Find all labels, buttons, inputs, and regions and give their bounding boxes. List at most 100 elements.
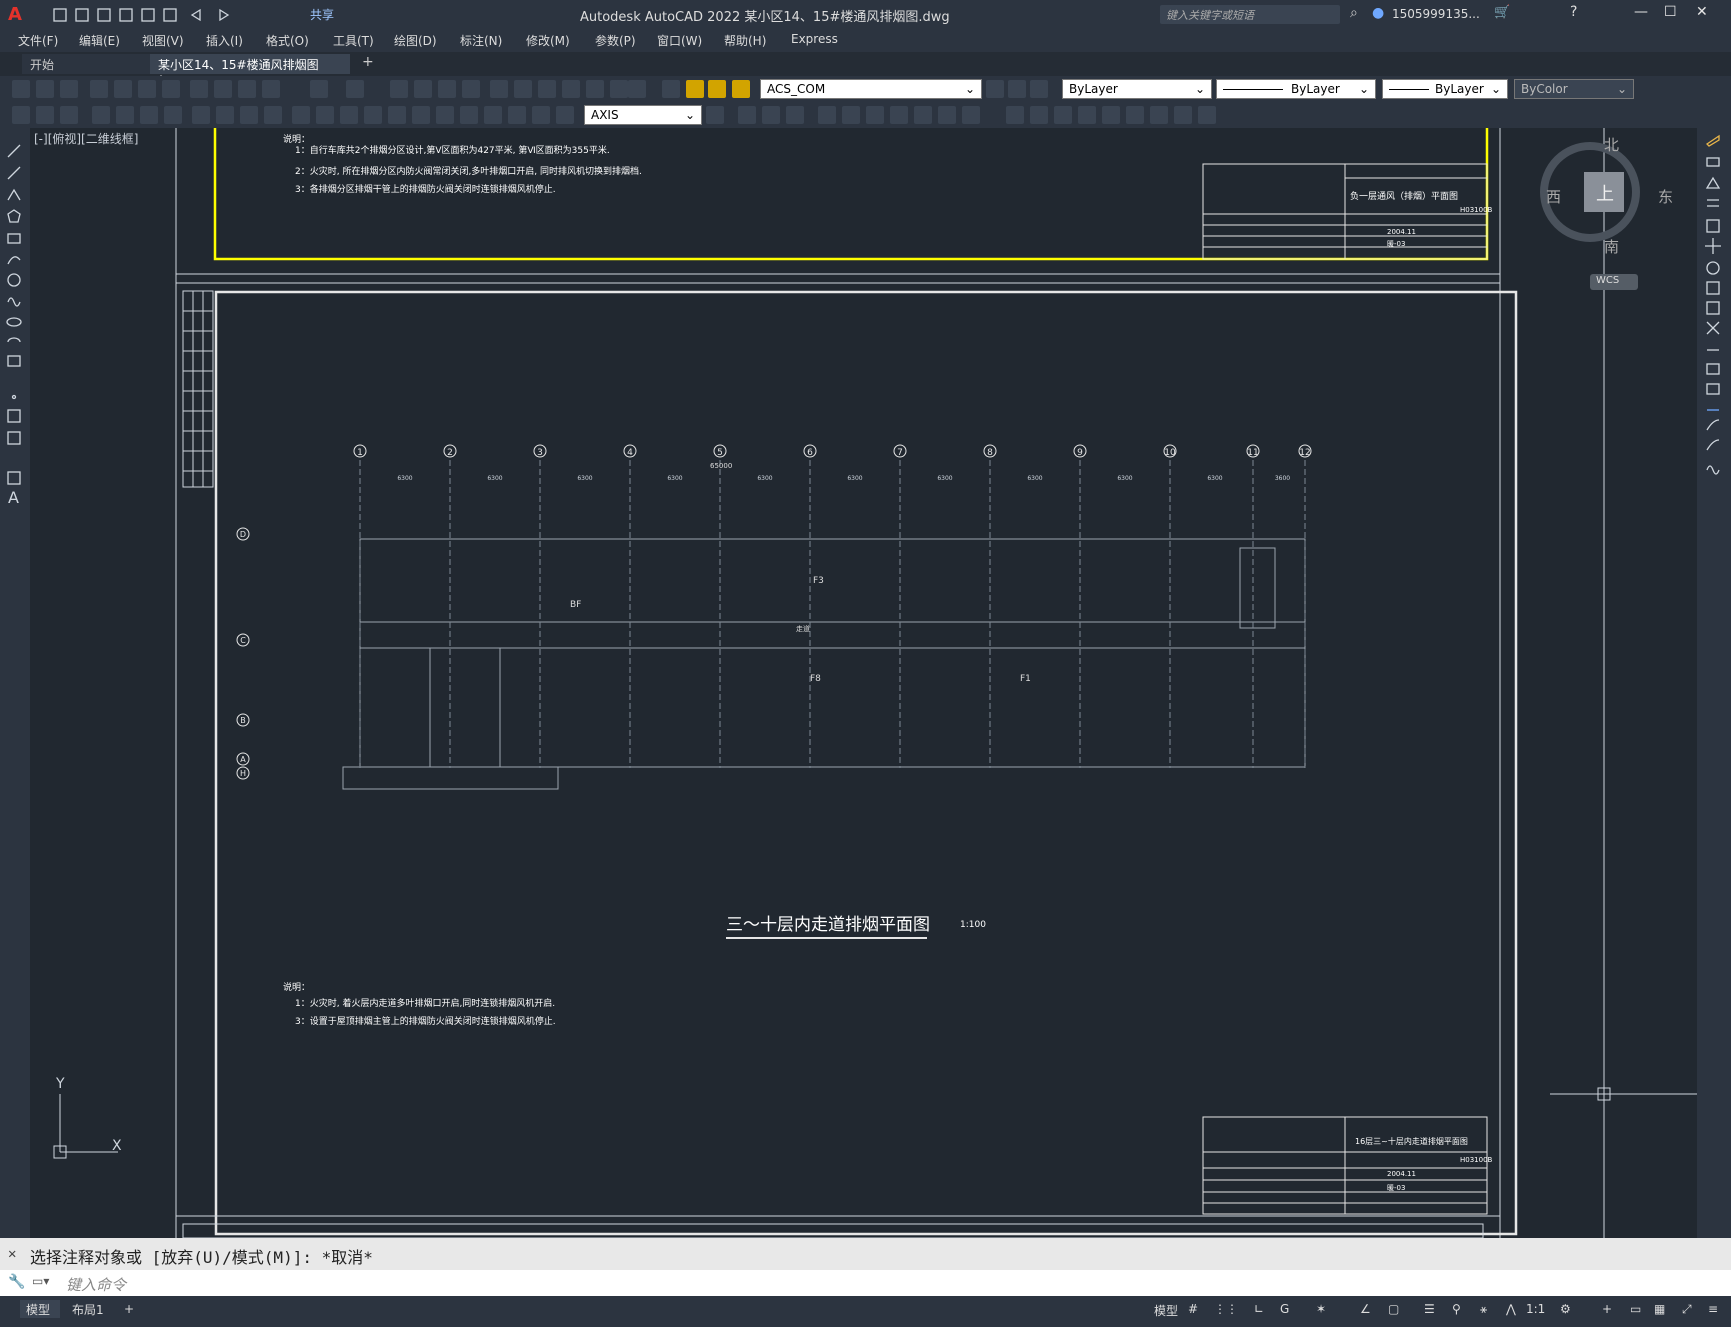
properties-icon[interactable] (490, 80, 508, 98)
search-icon[interactable]: ⌕ (1350, 5, 1358, 21)
command-close-icon[interactable]: ✕ (8, 1246, 16, 1262)
baseline-icon[interactable] (316, 106, 334, 124)
layer-previous-icon[interactable] (986, 80, 1004, 98)
arc-length-icon[interactable] (140, 106, 158, 124)
modify-icon-7[interactable] (890, 106, 908, 124)
modify-icon-6[interactable] (866, 106, 884, 124)
modify-icon-16[interactable] (1126, 106, 1144, 124)
tab-layout1[interactable]: 布局1 (66, 1300, 110, 1318)
radius-icon[interactable] (192, 106, 210, 124)
viewcube-top[interactable]: 上 (1596, 180, 1614, 206)
tolerance-icon[interactable] (412, 106, 430, 124)
modify-icon-15[interactable] (1102, 106, 1120, 124)
menu-express[interactable]: Express (791, 32, 838, 46)
aligned-dim-icon[interactable] (116, 106, 134, 124)
user-icon[interactable]: ● (1372, 5, 1384, 21)
annotation-visibility-icon[interactable]: ⚲ (1452, 1302, 1461, 1316)
modify-icon-18[interactable] (1174, 106, 1192, 124)
modify-icon-9[interactable] (938, 106, 956, 124)
plot-icon[interactable] (90, 80, 108, 98)
markup-icon[interactable] (586, 80, 604, 98)
linear-dim-icon[interactable] (92, 106, 110, 124)
modify-icon-5[interactable] (842, 106, 860, 124)
customize-icon[interactable]: 🔧 (8, 1274, 25, 1290)
maximize-button[interactable]: ☐ (1664, 4, 1677, 20)
dim-update-icon[interactable] (556, 106, 574, 124)
modify-icon-17[interactable] (1150, 106, 1168, 124)
viewcube-south[interactable]: 南 (1604, 236, 1619, 257)
menu-draw[interactable]: 绘图(D) (394, 32, 437, 49)
menu-view[interactable]: 视图(V) (142, 32, 184, 49)
viewcube-east[interactable]: 东 (1658, 186, 1673, 207)
zoom-previous-icon[interactable] (462, 80, 480, 98)
center-mark-icon[interactable] (436, 106, 454, 124)
modify-icon-1[interactable] (738, 106, 756, 124)
viewcube-north[interactable]: 北 (1604, 134, 1619, 155)
viewcube[interactable]: 上 (1584, 172, 1624, 212)
save-icon[interactable] (60, 80, 78, 98)
dim-text-edit-icon[interactable] (532, 106, 550, 124)
inspect-icon[interactable] (460, 106, 478, 124)
dim-space-icon[interactable] (364, 106, 382, 124)
user-name[interactable]: 1505999135... (1392, 7, 1480, 21)
design-center-icon[interactable] (514, 80, 532, 98)
make-current-icon[interactable] (1008, 80, 1026, 98)
menu-modify[interactable]: 修改(M) (526, 32, 570, 49)
dimension-icon-3[interactable] (60, 106, 78, 124)
grid-icon[interactable]: # (1188, 1302, 1198, 1316)
layer-freeze-icon[interactable] (708, 80, 726, 98)
menu-window[interactable]: 窗口(W) (657, 32, 702, 49)
command-line[interactable]: 🔧 ▭▾ 键入命令 (0, 1270, 1731, 1296)
tab-drawing[interactable]: 某小区14、15#楼通风排烟图*✕ (150, 54, 350, 87)
undo-icon[interactable] (310, 80, 328, 98)
dim-style-manager-icon[interactable] (706, 106, 724, 124)
linetype-dropdown[interactable]: ByLayer ⌄ (1216, 79, 1376, 99)
redo-icon[interactable] (346, 80, 364, 98)
copy-icon[interactable] (214, 80, 232, 98)
sheet-set-icon[interactable] (562, 80, 580, 98)
auto-scale-icon[interactable]: ⚹ (1480, 1302, 1487, 1317)
help-search-input[interactable]: 键入关键字或短语 (1160, 5, 1340, 24)
close-button[interactable]: ✕ (1696, 4, 1708, 20)
layer-properties-icon[interactable] (662, 80, 680, 98)
dimension-icon-1[interactable] (12, 106, 30, 124)
layer-dropdown[interactable]: ACS_COM ⌄ (760, 79, 982, 99)
quick-properties-icon[interactable]: ▦ (1654, 1302, 1665, 1316)
menu-insert[interactable]: 插入(I) (206, 32, 243, 49)
quick-access-toolbar[interactable] (52, 6, 272, 24)
quick-dim-icon[interactable] (292, 106, 310, 124)
draw-tools[interactable] (5, 142, 25, 482)
menu-help[interactable]: 帮助(H) (724, 32, 766, 49)
menu-edit[interactable]: 编辑(E) (79, 32, 120, 49)
dim-break-icon[interactable] (388, 106, 406, 124)
modify-tools[interactable] (1703, 134, 1727, 484)
diameter-icon[interactable] (240, 106, 258, 124)
angular-icon[interactable] (264, 106, 282, 124)
plotstyle-dropdown[interactable]: ByColor ⌄ (1514, 79, 1634, 99)
snap-icon[interactable]: ⋮⋮ (1214, 1302, 1238, 1316)
polar-icon[interactable]: G (1280, 1302, 1289, 1316)
wcs-menu[interactable]: WCS (1590, 274, 1638, 290)
ordinate-icon[interactable] (164, 106, 182, 124)
zoom-realtime-icon[interactable] (414, 80, 432, 98)
modify-icon-8[interactable] (914, 106, 932, 124)
units-icon[interactable]: ▭ (1630, 1302, 1641, 1316)
share-button[interactable]: 共享 (310, 6, 334, 23)
modify-icon-13[interactable] (1054, 106, 1072, 124)
color-dropdown[interactable]: ByLayer ⌄ (1062, 79, 1212, 99)
clean-screen-icon[interactable]: ⤢ (1682, 1302, 1692, 1317)
layer-lock-icon[interactable] (732, 80, 750, 98)
lineweight-icon[interactable]: ☰ (1424, 1302, 1435, 1316)
customization-icon[interactable]: ≡ (1708, 1302, 1718, 1316)
modify-icon-19[interactable] (1198, 106, 1216, 124)
minimize-button[interactable]: — (1634, 4, 1648, 20)
annotation-scale-icon[interactable]: ⋀ (1506, 1302, 1516, 1316)
menu-tools[interactable]: 工具(T) (333, 32, 374, 49)
modify-icon-12[interactable] (1030, 106, 1048, 124)
command-menu-icon[interactable]: ▭▾ (32, 1274, 49, 1288)
publish-icon[interactable] (138, 80, 156, 98)
annotation-scale-value[interactable]: 1:1 (1526, 1302, 1545, 1316)
modify-icon-11[interactable] (1006, 106, 1024, 124)
dimstyle-dropdown[interactable]: AXIS ⌄ (584, 105, 702, 125)
object-snap-icon[interactable]: ▢ (1388, 1302, 1399, 1316)
